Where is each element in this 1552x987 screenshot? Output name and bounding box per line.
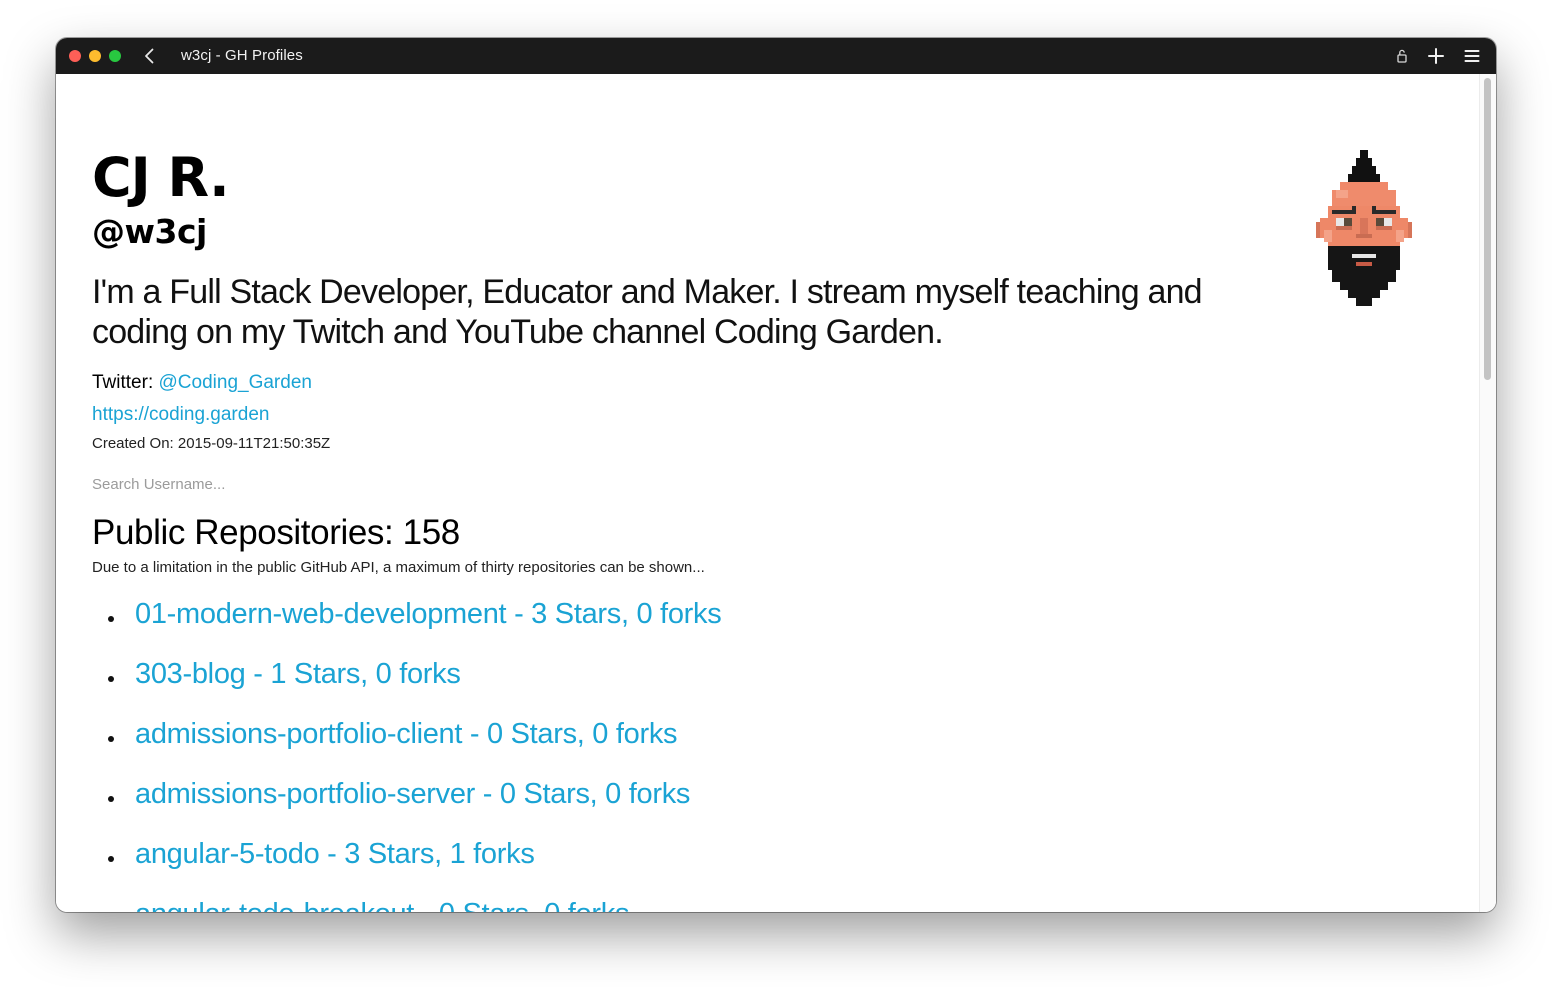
repository-link[interactable]: angular-todo-breakout - 0 Stars, 0 forks — [135, 886, 629, 912]
repository-link[interactable]: 303-blog - 1 Stars, 0 forks — [135, 646, 461, 692]
page-content: CJ R. @w3cj I'm a Full Stack Developer, … — [56, 74, 1496, 912]
avatar — [1316, 150, 1412, 311]
browser-window: w3cj - GH Profiles CJ R. @w3cj I'm a Ful… — [56, 38, 1496, 912]
hamburger-menu-icon[interactable] — [1462, 46, 1482, 66]
list-item: admissions-portfolio-server - 0 Stars, 0… — [92, 766, 1392, 826]
close-window-button[interactable] — [69, 50, 81, 62]
plus-icon[interactable] — [1426, 46, 1446, 66]
profile-handle: @w3cj — [92, 212, 207, 251]
repository-link[interactable]: angular-5-todo - 3 Stars, 1 forks — [135, 826, 535, 872]
list-item: 303-blog - 1 Stars, 0 forks — [92, 646, 1392, 706]
minimize-window-button[interactable] — [89, 50, 101, 62]
bullet-icon — [108, 676, 114, 682]
chevron-left-icon[interactable] — [140, 46, 160, 66]
profile-bio: I'm a Full Stack Developer, Educator and… — [92, 273, 1203, 351]
list-item: angular-todo-breakout - 0 Stars, 0 forks — [92, 886, 1392, 912]
list-item: admissions-portfolio-client - 0 Stars, 0… — [92, 706, 1392, 766]
bullet-icon — [108, 796, 114, 802]
window-title: w3cj - GH Profiles — [181, 47, 303, 64]
repositories-heading: Public Repositories: 158 — [92, 513, 460, 552]
twitter-label: Twitter: — [92, 372, 159, 393]
repository-link[interactable]: admissions-portfolio-server - 0 Stars, 0… — [135, 766, 690, 812]
created-on: Created On: 2015-09-11T21:50:35Z — [92, 435, 331, 452]
repository-link[interactable]: admissions-portfolio-client - 0 Stars, 0… — [135, 706, 678, 752]
profile-name: CJ R. — [92, 146, 230, 209]
scrollbar-thumb[interactable] — [1484, 78, 1491, 380]
repository-list: 01-modern-web-development - 3 Stars, 0 f… — [92, 586, 1392, 912]
list-item: angular-5-todo - 3 Stars, 1 forks — [92, 826, 1392, 886]
repositories-note: Due to a limitation in the public GitHub… — [92, 559, 705, 576]
twitter-line: Twitter: @Coding_Garden — [92, 370, 312, 396]
bullet-icon — [108, 736, 114, 742]
bullet-icon — [108, 856, 114, 862]
vertical-scrollbar[interactable] — [1479, 74, 1496, 912]
search-username-input[interactable] — [92, 472, 492, 496]
website-link[interactable]: https://coding.garden — [92, 402, 269, 428]
title-bar: w3cj - GH Profiles — [56, 38, 1496, 74]
bullet-icon — [108, 616, 114, 622]
maximize-window-button[interactable] — [109, 50, 121, 62]
repository-link[interactable]: 01-modern-web-development - 3 Stars, 0 f… — [135, 586, 722, 632]
list-item: 01-modern-web-development - 3 Stars, 0 f… — [92, 586, 1392, 646]
twitter-link[interactable]: @Coding_Garden — [159, 372, 312, 393]
lock-icon[interactable] — [1392, 46, 1412, 66]
